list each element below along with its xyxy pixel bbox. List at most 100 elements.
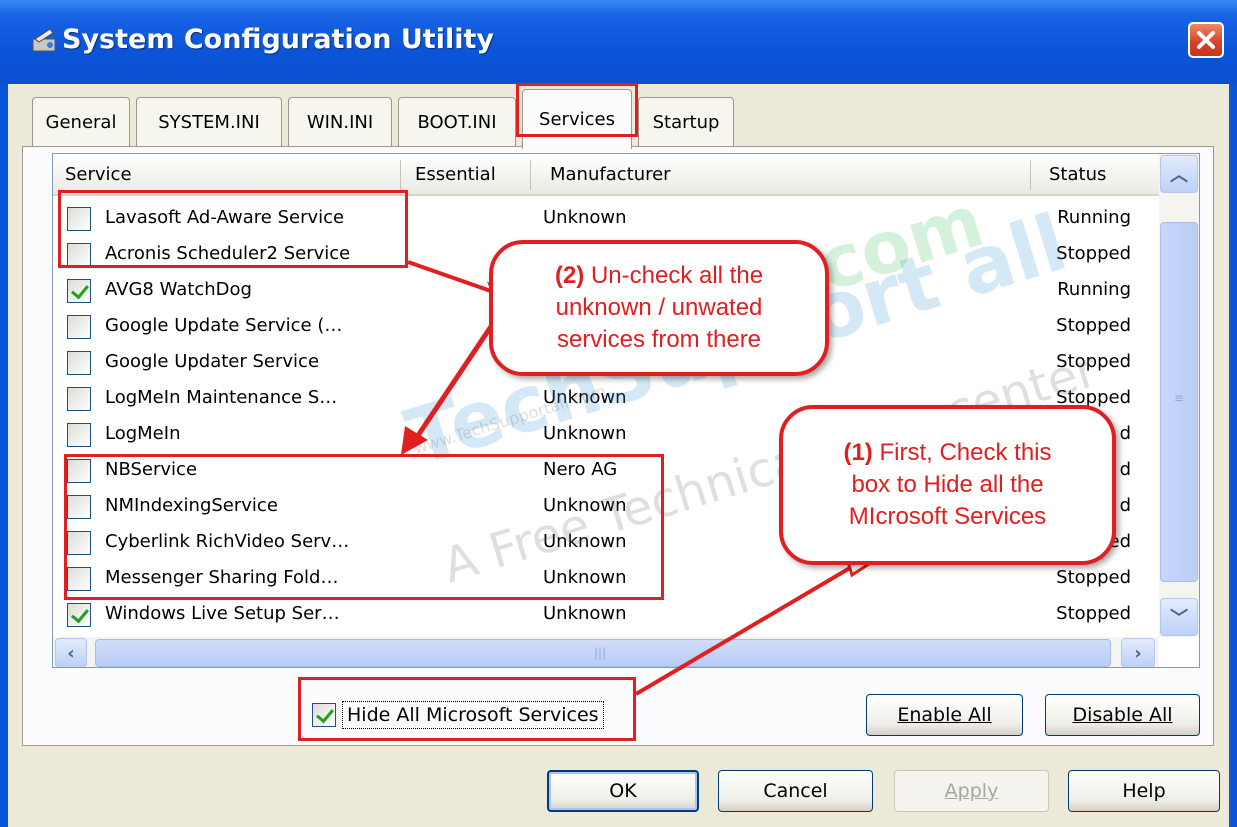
service-checkbox[interactable] <box>67 207 91 231</box>
cancel-button[interactable]: Cancel <box>718 770 873 812</box>
service-name: Windows Live Setup Ser… <box>105 603 340 624</box>
service-status: Stopped <box>1056 603 1131 624</box>
window-title: System Configuration Utility <box>62 24 494 55</box>
service-manufacturer: Nero AG <box>543 459 618 480</box>
service-checkbox[interactable] <box>67 567 91 591</box>
step-2-line-3: services from there <box>556 326 762 353</box>
scroll-left-button[interactable]: ‹ <box>55 638 87 667</box>
disable-all-button[interactable]: Disable All <box>1045 694 1200 736</box>
service-name: Google Updater Service <box>105 351 320 372</box>
close-button[interactable] <box>1188 22 1224 58</box>
service-name: LogMeIn Maintenance S… <box>105 387 338 408</box>
service-status: Stopped <box>1056 315 1131 336</box>
step-1-line-2: box to Hide all the <box>851 471 1044 498</box>
service-status: Stopped <box>1056 243 1131 264</box>
help-button[interactable]: Help <box>1068 770 1220 812</box>
service-checkbox[interactable] <box>67 351 91 375</box>
service-name: Acronis Scheduler2 Service <box>105 243 351 264</box>
callout-step-1: (1) First, Check this box to Hide all th… <box>779 405 1116 565</box>
hide-microsoft-services-label: Hide All Microsoft Services <box>342 701 604 729</box>
column-essential[interactable]: Essential <box>415 164 496 185</box>
service-status: Stopped <box>1056 567 1131 588</box>
step-2-line-1: Un-check all the <box>590 262 764 289</box>
apply-button[interactable]: Apply <box>894 770 1049 812</box>
chevron-up-icon: ︿ <box>1170 165 1188 186</box>
hide-microsoft-services-checkbox[interactable]: Hide All Microsoft Services <box>312 695 604 735</box>
service-status: d <box>1119 459 1131 480</box>
service-manufacturer: Unknown <box>543 387 627 408</box>
service-checkbox[interactable] <box>67 243 91 267</box>
column-divider[interactable] <box>1030 160 1031 190</box>
tab-system-ini[interactable]: SYSTEM.INI <box>136 97 282 147</box>
ok-button[interactable]: OK <box>547 770 699 812</box>
service-status: d <box>1119 423 1131 444</box>
tab-boot-ini[interactable]: BOOT.INI <box>398 97 516 147</box>
step-1-line-3: MIcrosoft Services <box>848 503 1047 530</box>
disable-all-label: Disable All <box>1072 704 1173 726</box>
service-name: Cyberlink RichVideo Serv… <box>105 531 350 552</box>
service-manufacturer: Unknown <box>543 207 627 228</box>
tab-services[interactable]: Services <box>522 89 632 149</box>
system-config-icon <box>32 28 56 52</box>
service-checkbox[interactable] <box>67 495 91 519</box>
service-manufacturer: Unknown <box>543 567 627 588</box>
service-manufacturer: Unknown <box>543 603 627 624</box>
column-header-bar: Service Essential Manufacturer Status <box>53 154 1159 196</box>
service-status: Running <box>1057 279 1131 300</box>
service-name: AVG8 WatchDog <box>105 279 252 300</box>
chevron-left-icon: ‹ <box>67 642 75 664</box>
service-name: NBService <box>105 459 198 480</box>
step-1-line-1: First, Check this <box>879 439 1052 466</box>
service-name: Lavasoft Ad-Aware Service <box>105 207 345 228</box>
apply-label: Apply <box>944 780 999 802</box>
horizontal-scroll-thumb[interactable]: ||| <box>95 639 1111 667</box>
service-checkbox[interactable] <box>67 459 91 483</box>
grip-icon: ≡ <box>1174 391 1185 405</box>
service-manufacturer: Unknown <box>543 531 627 552</box>
service-name: LogMeIn <box>105 423 181 444</box>
service-checkbox[interactable] <box>67 531 91 555</box>
step-2-number: (2) <box>554 262 585 289</box>
service-row[interactable]: Lavasoft Ad-Aware Service Unknown Running <box>53 201 1159 237</box>
tab-general[interactable]: General <box>32 97 130 147</box>
grip-icon: ||| <box>594 646 607 660</box>
callout-step-2: (2) Un-check all the unknown / unwated s… <box>489 240 829 376</box>
scroll-right-button[interactable]: › <box>1121 638 1155 667</box>
checkbox[interactable] <box>312 703 336 727</box>
horizontal-scrollbar[interactable]: ‹ ||| › <box>53 637 1159 667</box>
service-manufacturer: Unknown <box>543 495 627 516</box>
enable-all-button[interactable]: Enable All <box>866 694 1023 736</box>
chevron-right-icon: › <box>1134 642 1142 664</box>
service-row[interactable]: Windows Live Setup Ser… Unknown Stopped <box>53 597 1159 633</box>
service-status: d <box>1119 495 1131 516</box>
column-divider[interactable] <box>530 160 531 190</box>
column-service[interactable]: Service <box>65 164 132 185</box>
service-row[interactable]: Messenger Sharing Fold… Unknown Stopped <box>53 561 1159 597</box>
vertical-scrollbar[interactable]: ︿ ≡ ﹀ <box>1159 154 1199 637</box>
service-checkbox[interactable] <box>67 315 91 339</box>
column-status[interactable]: Status <box>1049 164 1106 185</box>
service-name: Google Update Service (… <box>105 315 343 336</box>
service-checkbox[interactable] <box>67 603 91 627</box>
service-checkbox[interactable] <box>67 423 91 447</box>
title-bar[interactable]: System Configuration Utility <box>0 0 1237 84</box>
step-2-line-2: unknown / unwated <box>555 294 763 321</box>
column-divider[interactable] <box>400 160 401 190</box>
enable-all-label: Enable All <box>897 704 992 726</box>
scroll-down-button[interactable]: ﹀ <box>1160 598 1198 636</box>
step-1-number: (1) <box>843 439 873 466</box>
tab-win-ini[interactable]: WIN.INI <box>288 97 392 147</box>
vertical-scroll-thumb[interactable]: ≡ <box>1160 222 1198 582</box>
service-checkbox[interactable] <box>67 279 91 303</box>
close-icon <box>1197 31 1215 49</box>
scroll-up-button[interactable]: ︿ <box>1160 155 1198 193</box>
service-status: Stopped <box>1056 351 1131 372</box>
chevron-down-icon: ﹀ <box>1170 608 1188 629</box>
service-name: Messenger Sharing Fold… <box>105 567 339 588</box>
tab-startup[interactable]: Startup <box>638 97 734 147</box>
service-name: NMIndexingService <box>105 495 278 516</box>
service-checkbox[interactable] <box>67 387 91 411</box>
service-manufacturer: Unknown <box>543 423 627 444</box>
service-status: Running <box>1057 207 1131 228</box>
column-manufacturer[interactable]: Manufacturer <box>550 164 671 185</box>
